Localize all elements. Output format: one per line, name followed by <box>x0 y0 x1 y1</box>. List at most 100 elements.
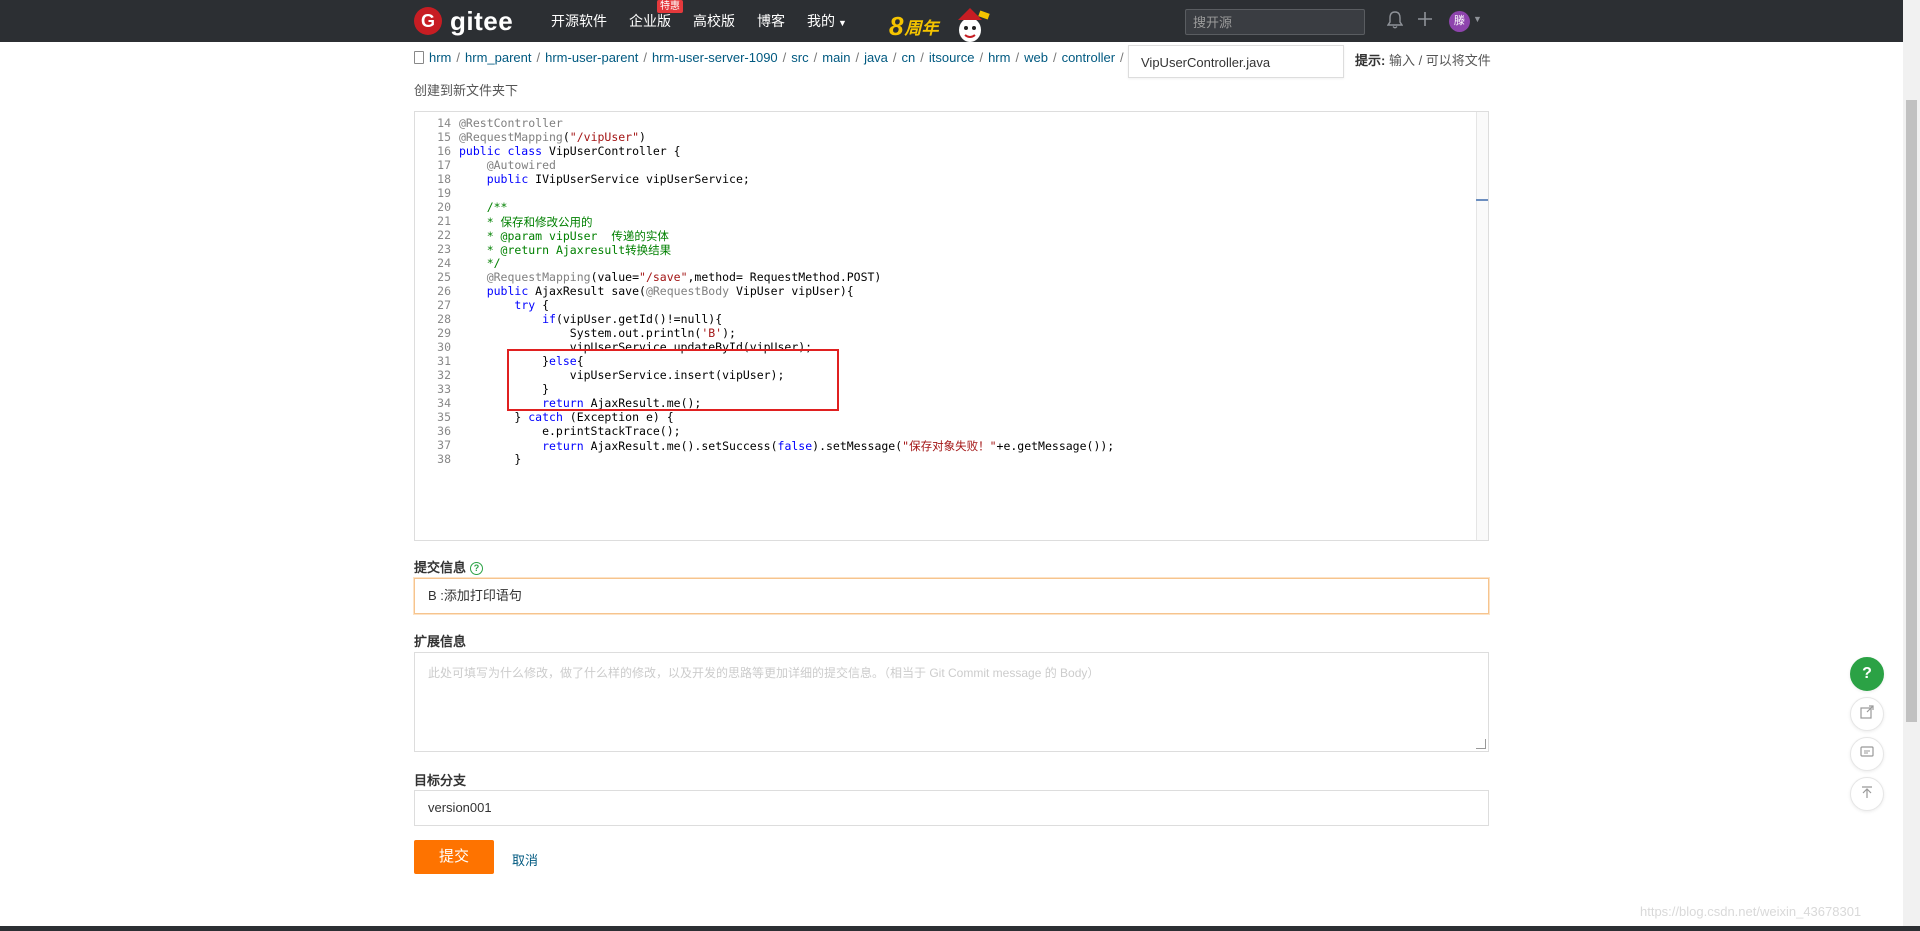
filename-input[interactable]: VipUserController.java <box>1128 45 1344 78</box>
line-number: 23 <box>437 242 451 256</box>
search-input[interactable] <box>1185 9 1365 35</box>
breadcrumb-trailing-separator: / <box>1120 50 1124 65</box>
code-line: return AjaxResult.me(); <box>542 396 702 410</box>
nav-blog[interactable]: 博客 <box>757 11 785 31</box>
code-line: public AjaxResult save(@RequestBody VipU… <box>486 284 854 298</box>
path-hint-continuation: 创建到新文件夹下 <box>414 83 519 98</box>
line-number: 33 <box>437 382 451 396</box>
code-line: public IVipUserService vipUserService; <box>486 172 750 186</box>
line-number: 28 <box>437 312 451 326</box>
breadcrumb: hrm / hrm_parent / hrm-user-parent / hrm-us… <box>414 50 1129 65</box>
line-number: 29 <box>437 326 451 340</box>
help-icon[interactable]: ? <box>470 562 484 575</box>
line-number: 37 <box>437 438 451 452</box>
breadcrumb-separator: / <box>920 50 924 65</box>
editor-overview-ruler-mark <box>1476 199 1488 201</box>
line-number: 18 <box>437 172 451 186</box>
breadcrumb-item[interactable]: src <box>791 50 808 65</box>
resize-handle-icon[interactable] <box>1476 739 1486 749</box>
code-line: } catch (Exception e) { <box>459 410 674 424</box>
code-editor[interactable]: 14 15 16 17 18 19 20 21 22 23 24 25 26 27 28 29 30 31 32 33… <box>414 111 1489 541</box>
line-number: 16 <box>437 144 451 158</box>
line-number: 27 <box>437 298 451 312</box>
line-number: 34 <box>437 396 451 410</box>
breadcrumb-item[interactable]: hrm_parent <box>465 50 531 65</box>
code-line: public class VipUserController { <box>459 144 681 158</box>
line-number: 17 <box>437 158 451 172</box>
breadcrumb-item[interactable]: controller <box>1062 50 1115 65</box>
code-line: vipUserService.updateById(vipUser); <box>459 340 813 354</box>
breadcrumb-separator: / <box>1015 50 1020 65</box>
plus-icon[interactable] <box>1417 11 1433 31</box>
bottom-bar <box>0 926 1920 931</box>
code-line: */ <box>486 256 501 270</box>
target-branch-input[interactable]: version001 <box>414 790 1489 826</box>
breadcrumb-separator: / <box>979 50 984 65</box>
page-scrollbar-thumb[interactable] <box>1906 100 1917 722</box>
code-line: System.out.println('B'); <box>459 326 736 340</box>
breadcrumb-item[interactable]: hrm-user-server-1090 <box>652 50 778 65</box>
promo-badge: 特惠 <box>657 0 683 13</box>
anniversary-number: 8 <box>889 11 904 41</box>
target-branch-label: 目标分支 <box>414 773 467 788</box>
nav-open-source[interactable]: 开源软件 <box>551 11 607 31</box>
line-number: 30 <box>437 340 451 354</box>
breadcrumb-separator: / <box>813 50 818 65</box>
line-number: 25 <box>437 270 451 284</box>
breadcrumb-separator: / <box>536 50 541 65</box>
line-number: 36 <box>437 424 451 438</box>
breadcrumb-item[interactable]: web <box>1024 50 1048 65</box>
extended-message-placeholder: 此处可填写为什么修改，做了什么样的修改，以及开发的思路等更加详细的提交信息。（相… <box>428 666 1100 680</box>
breadcrumb-separator: / <box>643 50 647 65</box>
line-number: 32 <box>437 368 451 382</box>
avatar-chevron-down-icon[interactable]: ▼ <box>1473 14 1482 24</box>
nav-mine[interactable]: 我的 ▼ <box>807 11 847 31</box>
code-line: try { <box>514 298 550 312</box>
breadcrumb-item[interactable]: itsource <box>929 50 975 65</box>
gitee-logo-icon: G <box>414 7 442 35</box>
nav-education[interactable]: 高校版 <box>693 11 735 31</box>
editor-scrollbar[interactable] <box>1476 112 1488 540</box>
code-line: @RestController <box>459 116 563 130</box>
line-number: 20 <box>437 200 451 214</box>
bell-icon[interactable] <box>1386 11 1404 33</box>
breadcrumb-separator: / <box>892 50 897 65</box>
breadcrumb-item[interactable]: java <box>864 50 888 65</box>
breadcrumb-item[interactable]: hrm <box>988 50 1010 65</box>
anniversary-text: 周年 <box>904 18 939 38</box>
share-icon[interactable] <box>1850 697 1884 731</box>
comment-icon[interactable] <box>1850 737 1884 771</box>
nav-mine-label: 我的 <box>807 13 835 29</box>
breadcrumb-item[interactable]: main <box>822 50 850 65</box>
breadcrumb-item[interactable]: hrm <box>429 50 451 65</box>
code-line: }else{ <box>459 354 584 368</box>
nav-enterprise-label: 企业版 <box>629 13 671 29</box>
hint-text: 输入 / 可以将文件 <box>1385 53 1491 68</box>
breadcrumb-separator: / <box>782 50 787 65</box>
gitee-logo[interactable]: G gitee <box>414 7 513 35</box>
breadcrumb-item[interactable]: hrm-user-parent <box>545 50 638 65</box>
line-number: 35 <box>437 410 451 424</box>
line-number: 14 <box>437 116 451 130</box>
line-number: 26 <box>437 284 451 298</box>
anniversary-banner[interactable]: 8 周年 <box>889 6 992 46</box>
breadcrumb-item[interactable]: cn <box>902 50 916 65</box>
submit-button[interactable]: 提交 <box>414 840 494 874</box>
extended-message-textarea[interactable]: 此处可填写为什么修改，做了什么样的修改，以及开发的思路等更加详细的提交信息。（相… <box>414 652 1489 752</box>
help-float-button[interactable]: ? <box>1850 657 1884 691</box>
back-to-top-icon[interactable] <box>1850 777 1884 811</box>
commit-message-input[interactable]: B :添加打印语句 <box>414 578 1489 614</box>
code-line: @Autowired <box>486 158 556 172</box>
nav-enterprise[interactable]: 企业版 特惠 <box>629 0 683 31</box>
mascot-icon <box>948 6 992 46</box>
cancel-link[interactable]: 取消 <box>512 850 538 869</box>
breadcrumb-separator: / <box>1052 50 1057 65</box>
line-number: 24 <box>437 256 451 270</box>
code-line: e.printStackTrace(); <box>459 424 681 438</box>
avatar[interactable]: 滕 <box>1449 11 1470 32</box>
top-navbar-inner: G gitee 开源软件 企业版 特惠 高校版 博客 我的 ▼ 8 周年 搜开源… <box>414 0 1489 42</box>
chevron-down-icon: ▼ <box>838 18 847 28</box>
code-line: vipUserService.insert(vipUser); <box>459 368 785 382</box>
code-line: /** <box>486 200 508 214</box>
